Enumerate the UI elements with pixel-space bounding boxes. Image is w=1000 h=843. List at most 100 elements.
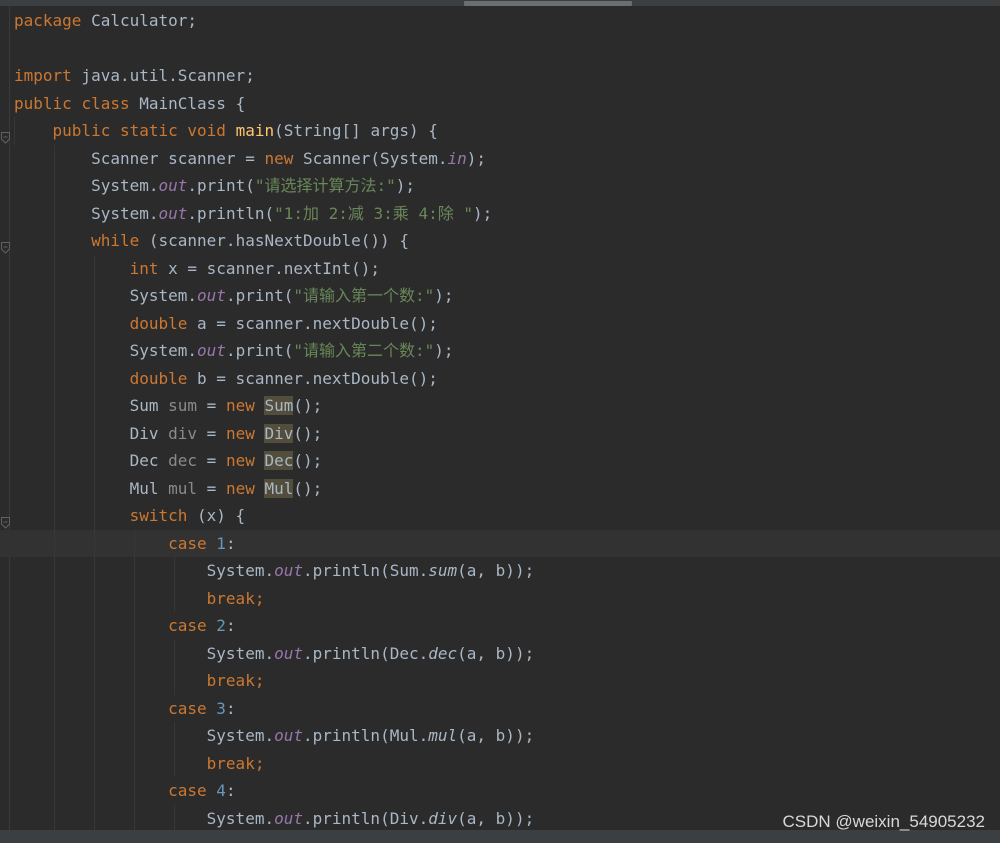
keyword-token: break (206, 671, 255, 690)
static-field-token: out (158, 203, 188, 223)
keyword-token: case (168, 616, 207, 635)
editor-tab-strip (0, 0, 1000, 6)
indent-guide (54, 172, 55, 200)
code-line[interactable]: while (scanner.hasNextDouble()) { (0, 227, 1000, 255)
code-line[interactable]: public class MainClass { (0, 90, 1000, 118)
code-line[interactable]: System.out.println(Dec.dec(a, b)); (0, 639, 1000, 667)
keyword-token: ; (254, 671, 265, 690)
indent-guide (94, 612, 95, 640)
code-token: .println(Mul. (303, 726, 429, 745)
code-token: System. (129, 286, 198, 305)
keyword-token: double (129, 368, 188, 388)
code-token: a = scanner.nextDouble(); (187, 313, 438, 333)
code-token: b = scanner.nextDouble(); (187, 368, 438, 388)
indent-guide (134, 722, 135, 750)
number-token: 1 (216, 533, 226, 553)
fold-marker-icon[interactable] (1, 510, 10, 529)
code-token: (x) { (187, 506, 246, 525)
keyword-token: class (81, 93, 130, 113)
indent-guide (94, 694, 95, 722)
code-line[interactable]: int x = scanner.nextInt(); (0, 254, 1000, 282)
code-line[interactable]: Scanner scanner = new Scanner(System.in)… (0, 144, 1000, 172)
code-line[interactable]: switch (x) { (0, 502, 1000, 530)
string-token: "请选择计算方法:" (254, 176, 396, 195)
unused-variable-token: dec (168, 451, 198, 470)
indent-guide (54, 502, 55, 530)
indent-guide (134, 557, 135, 585)
code-line[interactable]: case 4: (0, 777, 1000, 805)
indent-guide (54, 722, 55, 750)
fold-marker-icon[interactable] (1, 235, 10, 254)
code-token: : (225, 698, 236, 718)
code-line[interactable]: double a = scanner.nextDouble(); (0, 309, 1000, 337)
code-line[interactable]: break; (0, 584, 1000, 612)
code-line[interactable]: case 1: (0, 529, 1000, 557)
keyword-token: case (168, 781, 207, 800)
code-token: .println( (187, 203, 275, 223)
indent-guide (94, 749, 95, 777)
indent-guide (54, 254, 55, 282)
static-field-token: out (274, 561, 303, 580)
indent-guide (174, 749, 175, 777)
code-line[interactable]: System.out.println(Sum.sum(a, b)); (0, 557, 1000, 585)
indent-guide (94, 557, 95, 585)
indent-guide (174, 557, 175, 585)
code-line[interactable]: import java.util.Scanner; (0, 62, 1000, 90)
code-line[interactable]: Dec dec = new Dec(); (0, 447, 1000, 475)
indent-guide (94, 639, 95, 667)
indent-guide (94, 447, 95, 475)
keyword-token: public (14, 93, 72, 113)
indent-guide (54, 667, 55, 695)
code-line[interactable]: Mul mul = new Mul(); (0, 474, 1000, 502)
number-token: 4 (216, 781, 226, 800)
code-line[interactable]: System.out.print("请输入第二个数:"); (0, 337, 1000, 365)
code-token: (a, b)); (457, 643, 535, 663)
code-token: Scanner scanner = (91, 148, 265, 168)
keyword-token: new (264, 148, 294, 168)
code-token: MainClass { (129, 93, 246, 113)
code-line[interactable]: case 3: (0, 694, 1000, 722)
code-line[interactable]: System.out.println(Mul.mul(a, b)); (0, 722, 1000, 750)
indent-guide (134, 777, 135, 805)
string-token: "请输入第二个数:" (293, 341, 435, 360)
code-line[interactable] (0, 35, 1000, 63)
code-token: .print( (225, 286, 294, 305)
code-line[interactable]: System.out.print("请输入第一个数:"); (0, 282, 1000, 310)
code-line[interactable]: break; (0, 667, 1000, 695)
static-field-token: out (197, 286, 226, 305)
horizontal-scrollbar-thumb[interactable] (464, 1, 632, 6)
code-token: (); (293, 396, 323, 415)
indent-guide (54, 639, 55, 667)
code-line[interactable]: public static void main(String[] args) { (0, 117, 1000, 145)
code-token: .println(Div. (303, 808, 429, 828)
code-token: = (197, 423, 226, 443)
indent-guide (94, 529, 95, 557)
code-token: (String[] args) { (274, 121, 438, 140)
keyword-token: static (119, 121, 178, 140)
indent-guide (174, 667, 175, 695)
indent-guide (54, 419, 55, 447)
code-token: : (225, 533, 236, 553)
static-method-token: sum (428, 561, 458, 580)
static-field-token: out (274, 808, 303, 828)
code-line[interactable]: double b = scanner.nextDouble(); (0, 364, 1000, 392)
fold-marker-icon[interactable] (1, 125, 10, 144)
code-token: = (197, 478, 226, 498)
code-line[interactable]: System.out.print("请选择计算方法:"); (0, 172, 1000, 200)
code-token: (); (293, 423, 323, 443)
indent-guide (54, 474, 55, 502)
code-editor[interactable]: package Calculator; import java.util.Sca… (0, 7, 1000, 832)
indent-guide (94, 419, 95, 447)
highlighted-token: Mul (264, 478, 294, 498)
code-line[interactable]: Sum sum = new Sum(); (0, 392, 1000, 420)
code-line[interactable]: Div div = new Div(); (0, 419, 1000, 447)
code-token: (scanner.hasNextDouble()) { (139, 231, 409, 250)
code-line[interactable]: break; (0, 749, 1000, 777)
indent-guide (94, 777, 95, 805)
code-line[interactable]: System.out.println("1:加 2:减 3:乘 4:除 "); (0, 199, 1000, 227)
code-token: System. (206, 726, 275, 745)
code-line[interactable]: package Calculator; (0, 7, 1000, 35)
code-line[interactable]: case 2: (0, 612, 1000, 640)
